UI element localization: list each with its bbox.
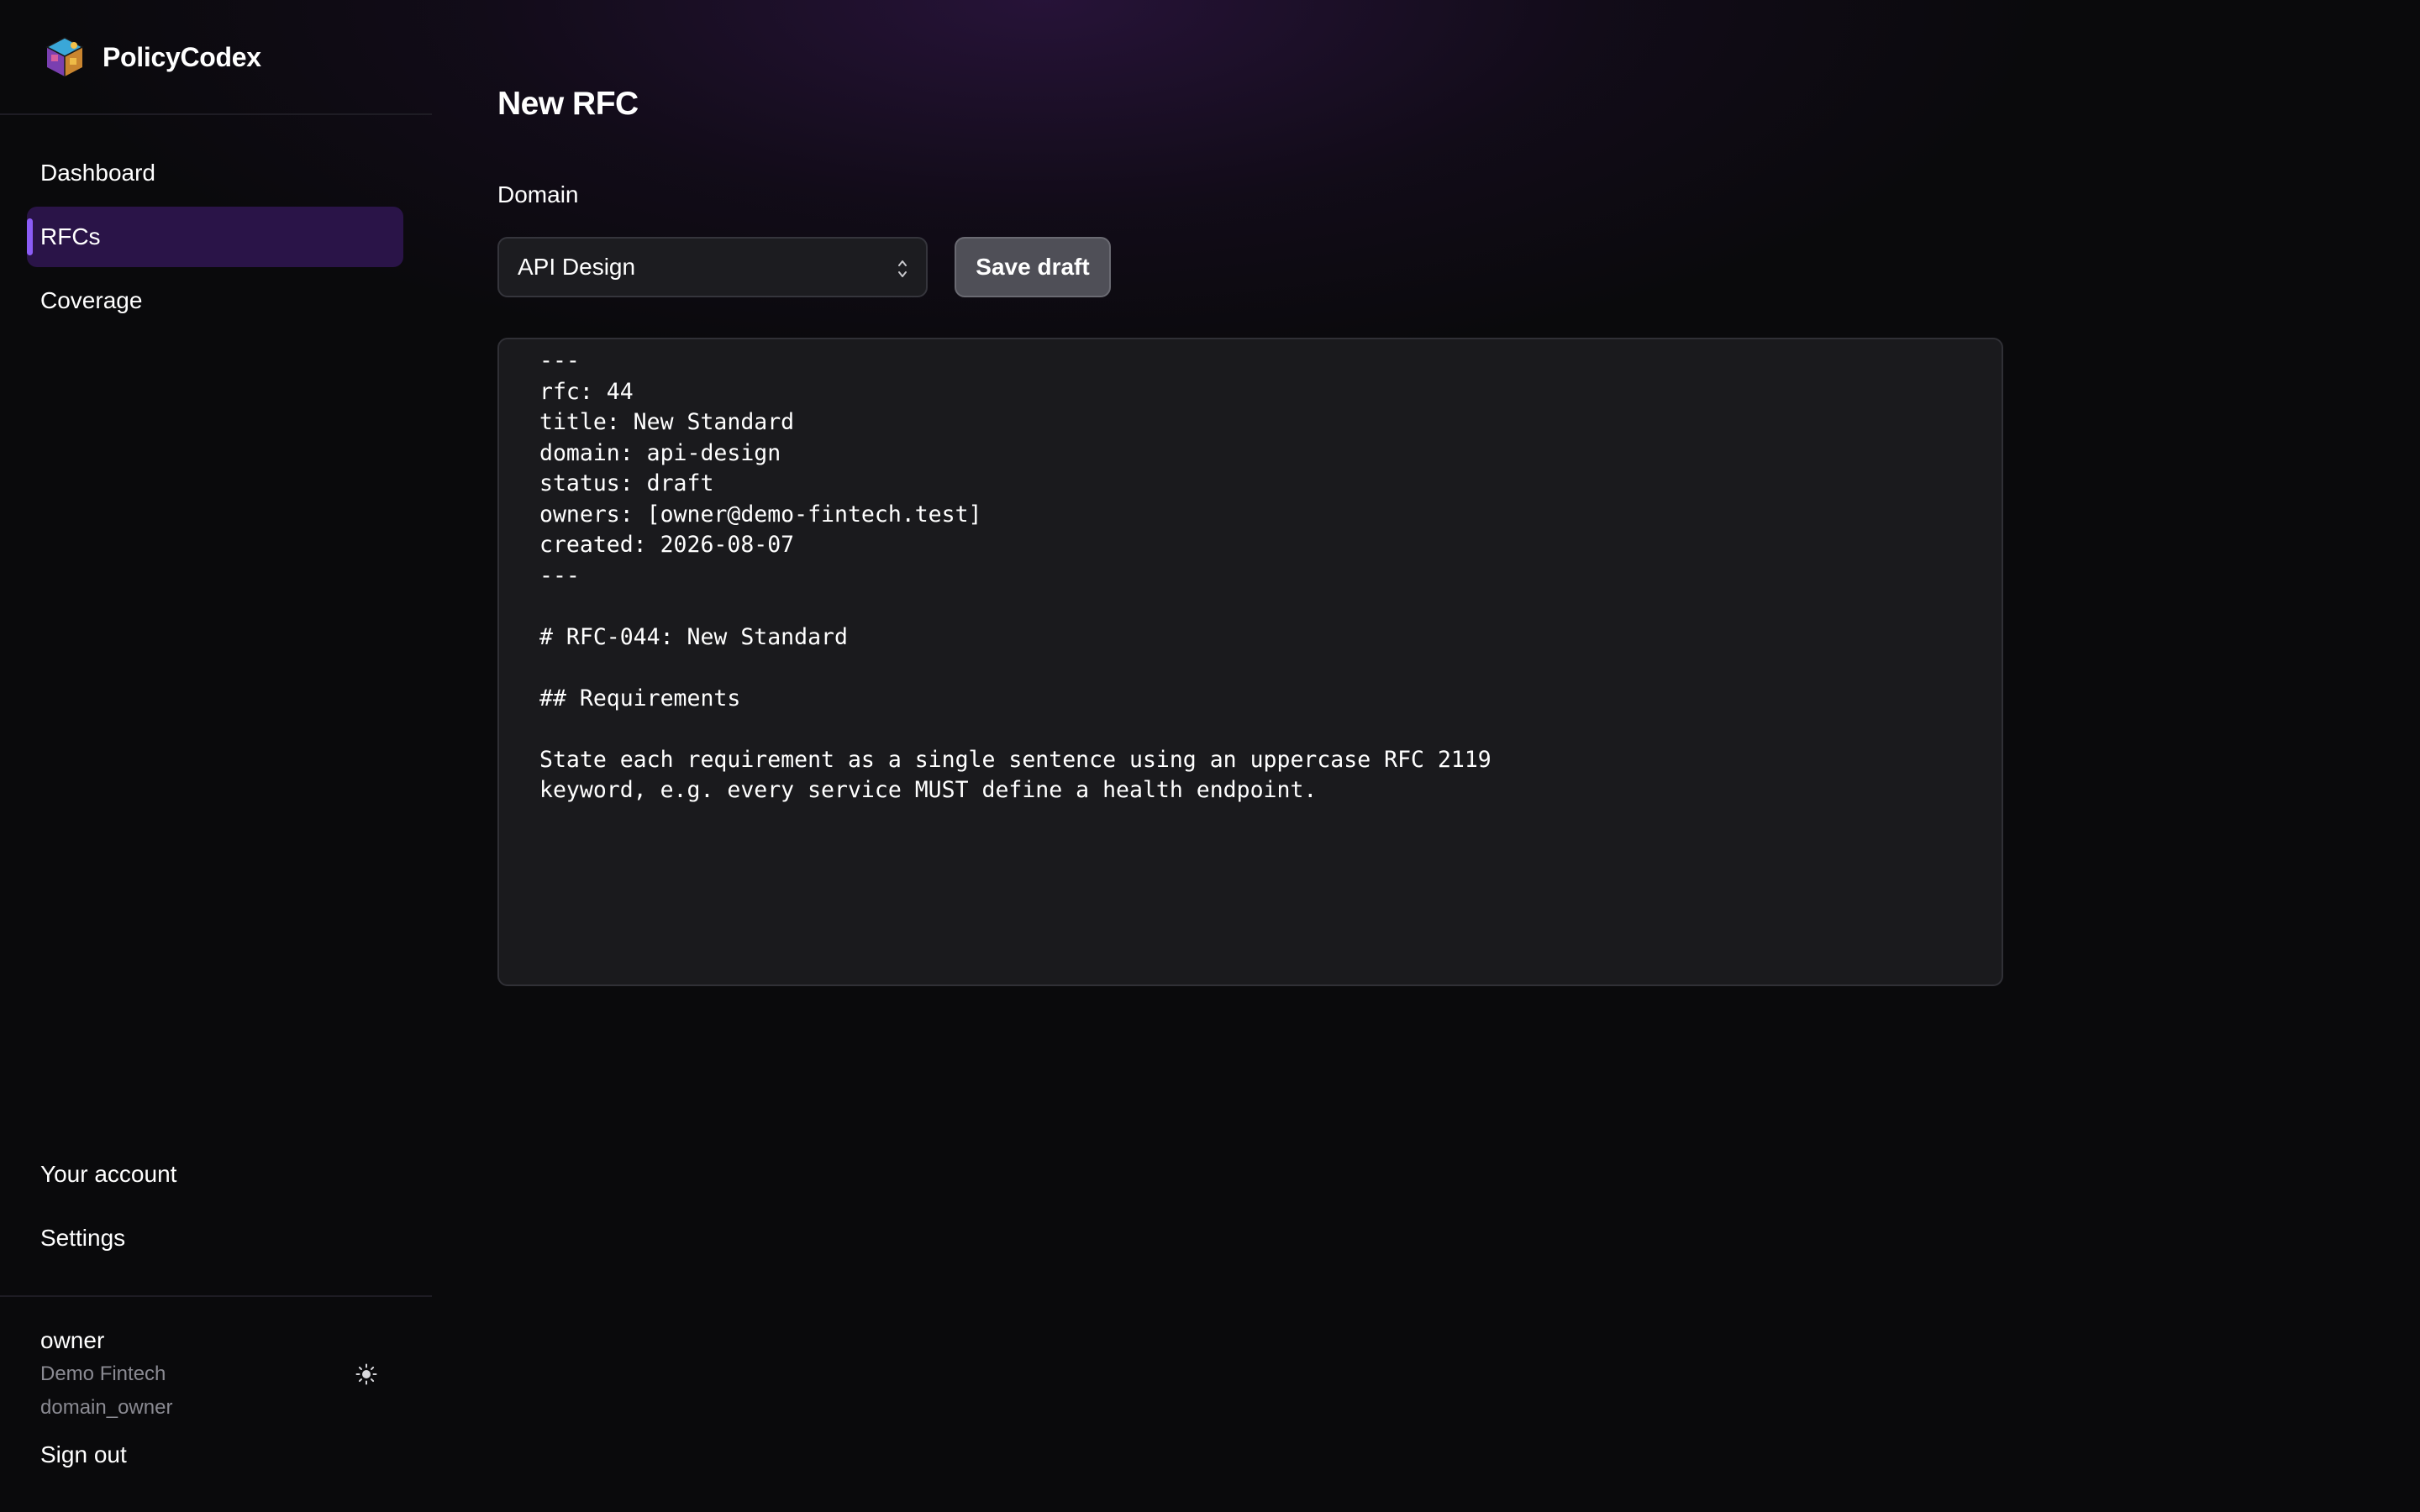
chevron-up-down-icon: [898, 260, 907, 277]
domain-label: Domain: [497, 181, 579, 207]
sidebar-item-coverage[interactable]: Coverage: [27, 270, 403, 331]
app-root: PolicyCodex Dashboard RFCs Coverage Your…: [0, 0, 2420, 1512]
user-info: owner Demo Fintech domain_owner: [40, 1324, 393, 1425]
sidebar-item-label: RFCs: [40, 223, 101, 249]
sidebar-item-label: Dashboard: [40, 160, 155, 186]
sun-icon: [355, 1363, 377, 1385]
user-name: owner: [40, 1327, 105, 1353]
user-role: domain_owner: [40, 1396, 173, 1419]
sidebar-item-label: Coverage: [40, 287, 143, 313]
domain-select[interactable]: API Design: [497, 237, 928, 297]
sign-out-link[interactable]: Sign out: [40, 1438, 127, 1472]
brand[interactable]: PolicyCodex: [42, 34, 261, 81]
sidebar-nav: Dashboard RFCs Coverage: [27, 143, 403, 334]
sidebar-item-settings[interactable]: Settings: [27, 1208, 403, 1268]
cube-logo-icon: [45, 37, 84, 76]
sidebar-divider-bottom: [0, 1295, 432, 1297]
sidebar: PolicyCodex Dashboard RFCs Coverage Your…: [0, 0, 432, 1512]
theme-toggle-button[interactable]: [351, 1359, 381, 1389]
sidebar-bottom-nav: Your account Settings: [27, 1144, 403, 1272]
sidebar-item-label: Settings: [40, 1225, 126, 1251]
rfc-markdown-editor[interactable]: --- rfc: 44 title: New Standard domain: …: [497, 338, 2003, 986]
main-content: New RFC Domain API Design Save draft ---…: [497, 0, 2346, 1512]
user-org: Demo Fintech: [40, 1362, 166, 1385]
domain-select-value: API Design: [518, 254, 636, 280]
sidebar-divider-top: [0, 113, 432, 115]
brand-name: PolicyCodex: [103, 41, 261, 72]
sidebar-item-label: Your account: [40, 1161, 177, 1187]
sidebar-item-your-account[interactable]: Your account: [27, 1144, 403, 1205]
sidebar-item-rfcs[interactable]: RFCs: [27, 207, 403, 267]
sidebar-item-dashboard[interactable]: Dashboard: [27, 143, 403, 203]
page-title: New RFC: [497, 86, 639, 122]
save-draft-button[interactable]: Save draft: [955, 237, 1111, 297]
